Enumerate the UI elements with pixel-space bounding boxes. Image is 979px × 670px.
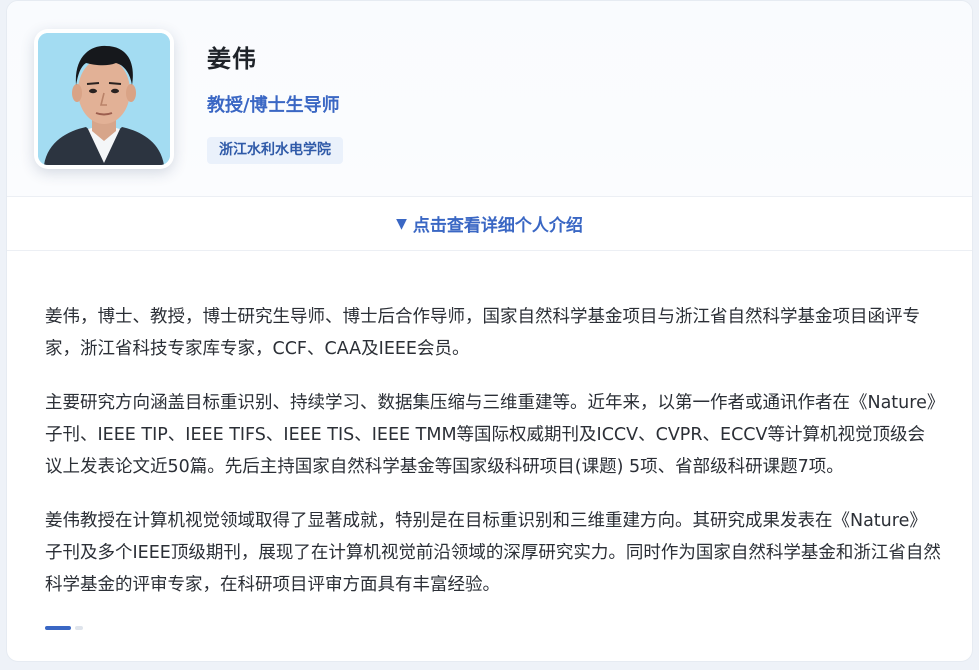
pagination-dot-active[interactable] [45, 626, 71, 630]
profile-name: 姜伟 [207, 45, 257, 73]
bio-section: 姜伟，博士、教授，博士研究生导师、博士后合作导师，国家自然科学基金项目与浙江省自… [45, 301, 941, 623]
expand-bio-label: 点击查看详细个人介绍 [412, 216, 583, 236]
avatar-frame [34, 29, 174, 169]
bio-paragraph: 姜伟教授在计算机视觉领域取得了显著成就，特别是在目标重识别和三维重建方向。其研究… [45, 511, 941, 595]
bio-paragraph: 姜伟，博士、教授，博士研究生导师、博士后合作导师，国家自然科学基金项目与浙江省自… [45, 307, 920, 359]
profile-header: 姜伟 教授/博士生导师 浙江水利水电学院 [7, 1, 972, 197]
triangle-down-icon: ▼ [396, 215, 407, 232]
bio-paragraph: 主要研究方向涵盖目标重识别、持续学习、数据集压缩与三维重建等。近年来，以第一作者… [45, 393, 936, 477]
affiliation-badge: 浙江水利水电学院 [207, 137, 343, 164]
pagination-dot[interactable] [75, 626, 83, 630]
pagination-dots [45, 626, 83, 630]
profile-card: 姜伟 教授/博士生导师 浙江水利水电学院 ▼ 点击查看详细个人介绍 姜伟，博士、… [6, 0, 973, 662]
expand-bio-button[interactable]: ▼ 点击查看详细个人介绍 [7, 197, 972, 251]
person-portrait-icon [38, 33, 170, 165]
avatar [38, 33, 170, 165]
profile-title: 教授/博士生导师 [207, 95, 340, 116]
